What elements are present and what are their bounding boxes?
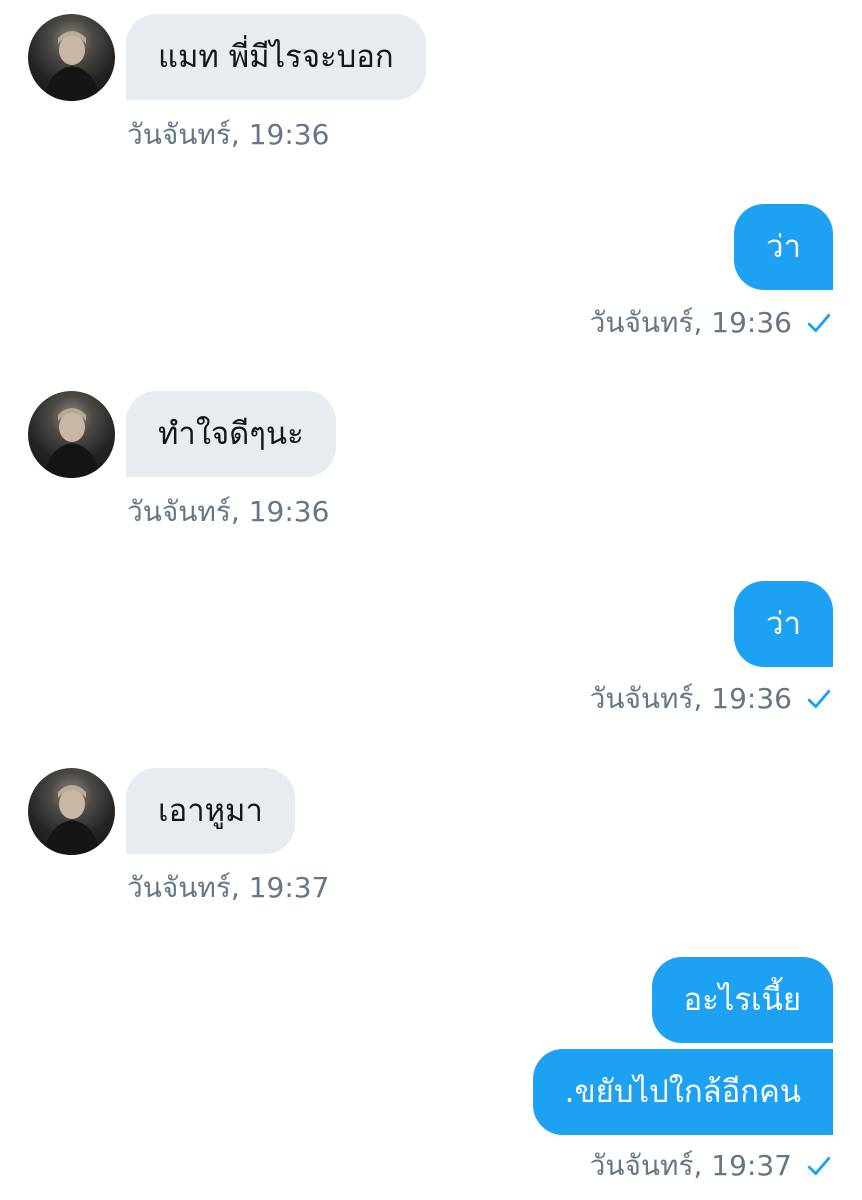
message-meta: วันจันทร์, 19:36 bbox=[590, 682, 832, 716]
avatar[interactable] bbox=[28, 14, 115, 101]
check-icon bbox=[807, 690, 831, 708]
avatar-photo bbox=[44, 408, 100, 478]
avatar-photo bbox=[44, 31, 100, 101]
avatar[interactable] bbox=[28, 768, 115, 855]
avatar[interactable] bbox=[28, 391, 115, 478]
message-bubble-outgoing[interactable]: ว่า bbox=[734, 204, 833, 290]
avatar-photo bbox=[44, 785, 100, 855]
message-timestamp: วันจันทร์, 19:36 bbox=[127, 118, 330, 151]
message-bubble-incoming[interactable]: แมท พี่มีไรจะบอก bbox=[126, 14, 426, 100]
message-bubble-incoming[interactable]: ทำใจดีๆนะ bbox=[126, 391, 336, 477]
message-meta: วันจันทร์, 19:36 bbox=[590, 306, 832, 340]
message-bubble-outgoing[interactable]: .ขยับไปใกล้อีกคน bbox=[532, 1049, 833, 1135]
message-timestamp: วันจันทร์, 19:36 bbox=[589, 682, 792, 715]
message-timestamp: วันจันทร์, 19:37 bbox=[589, 1149, 792, 1182]
message-bubble-outgoing[interactable]: อะไรเนี้ย bbox=[651, 957, 833, 1043]
message-timestamp: วันจันทร์, 19:37 bbox=[127, 871, 330, 904]
message-bubble-incoming[interactable]: เอาหูมา bbox=[126, 768, 295, 854]
message-timestamp: วันจันทร์, 19:36 bbox=[127, 495, 330, 528]
check-icon bbox=[807, 314, 831, 332]
message-bubble-outgoing[interactable]: ว่า bbox=[734, 581, 833, 667]
message-timestamp: วันจันทร์, 19:36 bbox=[589, 306, 792, 339]
message-meta: วันจันทร์, 19:37 bbox=[590, 1149, 832, 1183]
check-icon bbox=[807, 1157, 831, 1175]
